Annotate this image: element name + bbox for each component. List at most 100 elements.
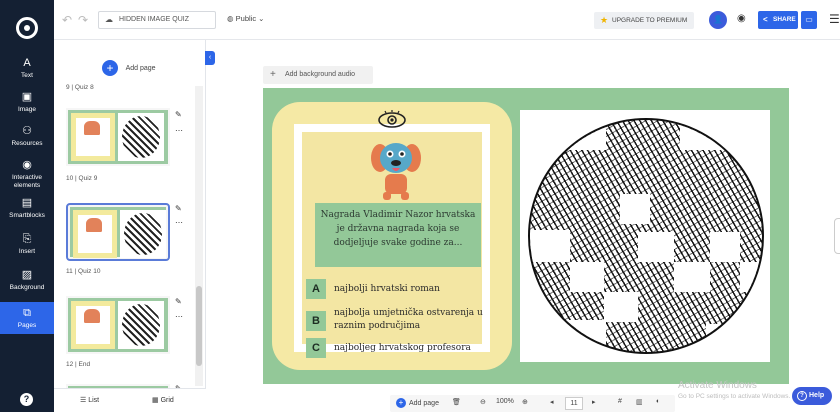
layout-icon[interactable]: ▥ bbox=[636, 398, 643, 406]
interactive-icon: ◉ bbox=[22, 159, 32, 171]
plus-icon: + bbox=[270, 69, 276, 80]
list-icon: ☰ bbox=[80, 397, 87, 404]
grid-icon: ▦ bbox=[152, 397, 159, 404]
answer-option-b[interactable]: B najbolja umjetnička ostvarenja u razni… bbox=[306, 307, 486, 337]
help-circle-icon[interactable]: ? bbox=[20, 393, 33, 406]
cover-tile[interactable] bbox=[638, 232, 674, 262]
more-options-icon[interactable]: ⋯ bbox=[175, 312, 183, 321]
rail-item-label: Interactive elements bbox=[12, 174, 42, 189]
grid-view-button[interactable]: ▦ Grid bbox=[152, 396, 174, 404]
redo-icon[interactable]: ↷ bbox=[78, 13, 88, 27]
pages-icon: ⧉ bbox=[23, 307, 31, 319]
more-options-icon[interactable]: ⋯ bbox=[175, 126, 183, 135]
cover-tile[interactable] bbox=[674, 262, 710, 292]
visibility-dropdown[interactable]: ◍ Public ⌄ bbox=[227, 14, 264, 23]
scrollbar-thumb[interactable] bbox=[196, 286, 202, 366]
question-icon: ? bbox=[797, 391, 807, 401]
rail-item-interactive[interactable]: ◉ Interactive elements bbox=[0, 158, 54, 190]
cover-tile[interactable] bbox=[710, 232, 740, 262]
answer-text: najbolji hrvatski roman bbox=[334, 284, 440, 294]
theme-icon[interactable]: ◐ bbox=[656, 398, 660, 405]
list-view-button[interactable]: ☰ List bbox=[80, 396, 99, 404]
upgrade-label: UPGRADE TO PREMIUM bbox=[612, 17, 688, 24]
add-page-button[interactable]: + Add page bbox=[102, 60, 156, 77]
rail-item-insert[interactable]: ⎘ Insert bbox=[0, 232, 54, 256]
cover-tile[interactable] bbox=[706, 324, 762, 352]
grid-guides-icon[interactable]: # bbox=[618, 398, 622, 405]
slide-thumbnail-active[interactable] bbox=[66, 203, 170, 261]
rail-item-text[interactable]: A Text bbox=[0, 56, 54, 80]
bottom-toolbar: + Add page 🗑 ⊖ 100% ⊕ ◂ 11 ▸ # ▥ ◐ bbox=[390, 395, 675, 412]
previous-page-icon[interactable]: ◂ bbox=[550, 398, 554, 406]
zoom-out-icon[interactable]: ⊖ bbox=[480, 398, 486, 406]
rail-item-label: Pages bbox=[17, 322, 37, 329]
add-background-audio-button[interactable]: + Add background audio bbox=[263, 66, 373, 84]
cover-tile[interactable] bbox=[530, 120, 606, 150]
undo-icon[interactable]: ↶ bbox=[62, 13, 72, 27]
rail-item-pages[interactable]: ⧉ Pages bbox=[0, 302, 54, 334]
slide-label: 12 | End bbox=[66, 361, 91, 368]
trash-icon[interactable]: 🗑 bbox=[452, 398, 461, 406]
cover-tile[interactable] bbox=[604, 292, 638, 322]
bg-audio-label: Add background audio bbox=[285, 71, 356, 78]
magic-wand-icon[interactable]: ✎ bbox=[175, 297, 182, 306]
slide-thumbnail[interactable] bbox=[66, 296, 170, 354]
rail-item-resources[interactable]: ⚇ Resources bbox=[0, 124, 54, 148]
slide-label: 11 | Quiz 10 bbox=[66, 268, 101, 275]
eye-icon bbox=[378, 110, 406, 128]
grid-label: Grid bbox=[160, 397, 174, 404]
rail-item-label: Resources bbox=[11, 140, 43, 147]
question-text: Nagrada Vladimir Nazor hrvatska je držav… bbox=[315, 203, 481, 267]
plus-icon: + bbox=[102, 60, 118, 76]
question-card: Nagrada Vladimir Nazor hrvatska je držav… bbox=[272, 102, 512, 370]
present-icon[interactable]: ▭ bbox=[801, 11, 817, 29]
avatar[interactable]: 👤 bbox=[709, 11, 727, 29]
image-icon: ▣ bbox=[21, 91, 33, 103]
insert-icon: ⎘ bbox=[22, 233, 32, 245]
hidden-image-panel bbox=[520, 110, 770, 362]
answer-option-a[interactable]: A najbolji hrvatski roman bbox=[306, 279, 486, 299]
genially-logo-icon[interactable] bbox=[16, 17, 38, 39]
answer-text: najbolja umjetnička ostvarenja u raznim … bbox=[334, 308, 483, 331]
zoom-in-icon[interactable]: ⊕ bbox=[522, 398, 528, 406]
cover-tile[interactable] bbox=[680, 120, 762, 150]
more-options-icon[interactable]: ⋯ bbox=[175, 218, 183, 227]
project-title-field[interactable]: ☁ HIDDEN IMAGE QUIZ bbox=[98, 11, 216, 29]
right-panel-handle[interactable] bbox=[834, 218, 840, 254]
preview-eye-icon[interactable]: ◉ bbox=[737, 13, 746, 24]
smartblocks-icon: ▤ bbox=[21, 197, 33, 209]
cover-tile[interactable] bbox=[740, 262, 762, 292]
resources-icon: ⚇ bbox=[22, 125, 32, 137]
cover-tile[interactable] bbox=[530, 320, 606, 352]
plus-icon: + bbox=[396, 398, 406, 408]
add-page-label: Add page bbox=[125, 64, 156, 72]
menu-icon[interactable]: ☰ bbox=[829, 12, 840, 26]
panel-scrollbar[interactable] bbox=[195, 86, 203, 386]
add-page-button[interactable]: + Add page bbox=[396, 398, 439, 408]
answer-letter: A bbox=[306, 279, 326, 299]
cover-tile[interactable] bbox=[570, 262, 604, 292]
list-label: List bbox=[88, 397, 100, 404]
page-number-field[interactable]: 11 bbox=[565, 397, 583, 410]
text-icon: A bbox=[23, 57, 31, 69]
slide-thumbnail[interactable] bbox=[66, 108, 170, 166]
slide[interactable]: Nagrada Vladimir Nazor hrvatska je držav… bbox=[263, 88, 789, 384]
cover-tile[interactable] bbox=[620, 194, 650, 224]
rail-item-image[interactable]: ▣ Image bbox=[0, 90, 54, 114]
answer-option-c[interactable]: C najboljeg hrvatskog profesora bbox=[306, 338, 486, 358]
upgrade-button[interactable]: ★ UPGRADE TO PREMIUM bbox=[594, 12, 694, 29]
rail-item-smartblocks[interactable]: ▤ Smartblocks bbox=[0, 196, 54, 220]
next-page-icon[interactable]: ▸ bbox=[592, 398, 596, 406]
slides-panel: + Add page 9 | Quiz 8 ✎ ⋯ 10 | Quiz 9 ✎ … bbox=[54, 40, 206, 412]
visibility-label: Public bbox=[235, 14, 257, 23]
share-icon: < bbox=[763, 15, 768, 24]
rail-item-background[interactable]: ▨ Background bbox=[0, 268, 54, 292]
help-button[interactable]: ? Help bbox=[792, 387, 832, 405]
cover-tile[interactable] bbox=[530, 230, 570, 262]
rail-item-label: Text bbox=[21, 72, 33, 79]
collapse-panel-icon[interactable]: ‹ bbox=[205, 51, 215, 65]
share-button[interactable]: < SHARE bbox=[758, 11, 798, 29]
view-toggle: ☰ List ▦ Grid bbox=[54, 388, 206, 412]
magic-wand-icon[interactable]: ✎ bbox=[175, 110, 182, 119]
magic-wand-icon[interactable]: ✎ bbox=[175, 204, 182, 213]
